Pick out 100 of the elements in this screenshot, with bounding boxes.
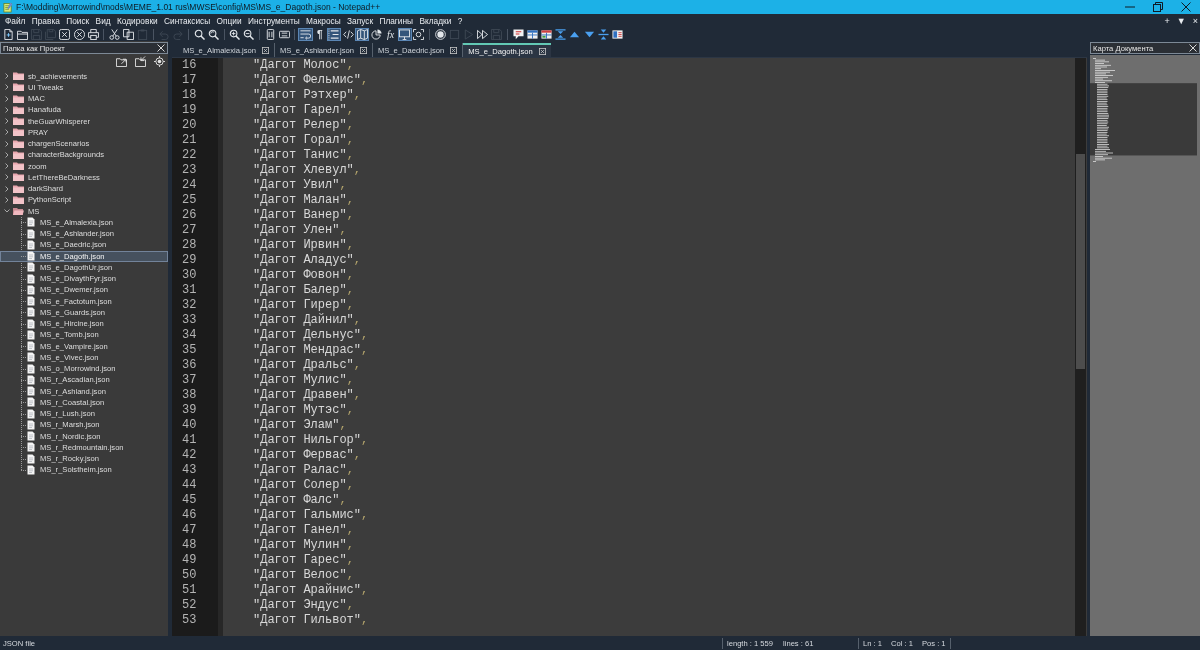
chevron-right-icon[interactable] — [4, 140, 10, 147]
chevron-right-icon[interactable] — [4, 129, 10, 136]
collapse-button[interactable] — [135, 56, 146, 67]
chevron-right-icon[interactable] — [4, 106, 10, 113]
locate-button[interactable] — [154, 56, 165, 67]
toolbar-button[interactable] — [241, 27, 256, 41]
chevron-right-icon[interactable] — [4, 174, 10, 181]
toolbar-button[interactable] — [121, 27, 136, 41]
menu-item[interactable]: Правка — [31, 15, 60, 26]
toolbar-button[interactable] — [57, 27, 72, 41]
menu-item[interactable]: Вид — [95, 15, 111, 26]
line-number: 51 — [182, 583, 197, 598]
line-number: 39 — [182, 403, 197, 418]
toolbar-button[interactable] — [1, 27, 16, 41]
code-line: "Дагот Дральс", — [253, 358, 362, 373]
toolbar-button[interactable] — [525, 27, 540, 41]
printer-icon — [87, 28, 99, 40]
code-line: "Дагот Фервас", — [253, 448, 362, 463]
chevron-right-icon[interactable] — [4, 163, 10, 170]
line-number: 47 — [182, 523, 197, 538]
line-number: 31 — [182, 283, 197, 298]
close-file-icon — [59, 28, 71, 40]
toolbar-button[interactable] — [411, 27, 427, 41]
toolbar-button[interactable] — [298, 27, 313, 41]
columns-icon — [611, 28, 623, 40]
code-line: "Дагот Солер", — [253, 478, 354, 493]
line-number: 28 — [182, 238, 197, 253]
toolbar-button[interactable] — [511, 27, 526, 41]
toolbar-button[interactable] — [227, 27, 242, 41]
folder-icon — [13, 195, 24, 204]
code-line: "Дагот Эндус", — [253, 598, 354, 613]
code-line: "Дагот Ирвин", — [253, 238, 354, 253]
line-number: 36 — [182, 358, 197, 373]
chevron-right-icon[interactable] — [4, 95, 10, 102]
line-number: 50 — [182, 568, 197, 583]
line-number: 24 — [182, 178, 197, 193]
wrap-lines-icon — [299, 28, 311, 40]
expand-button[interactable] — [116, 56, 127, 67]
chevron-down-icon[interactable] — [4, 208, 10, 215]
line-number: 32 — [182, 298, 197, 313]
close-icon[interactable] — [1189, 44, 1197, 52]
toolbar-button[interactable] — [71, 27, 87, 41]
toolbar-button[interactable] — [475, 27, 490, 41]
chevron-right-icon[interactable] — [4, 151, 10, 158]
menu-item[interactable]: Инструменты — [247, 15, 300, 26]
toolbar-button[interactable] — [206, 27, 221, 41]
close-icon[interactable] — [450, 46, 458, 54]
floppies-icon — [45, 28, 57, 40]
toolbar-button[interactable] — [86, 27, 101, 41]
toolbar-button[interactable] — [369, 27, 384, 41]
menu-item[interactable]: Поиск — [66, 15, 90, 26]
code-line: "Дагот Ванер", — [253, 208, 354, 223]
menu-item[interactable]: Файл — [5, 15, 26, 26]
floppy-icon — [30, 28, 42, 40]
chevron-right-icon[interactable] — [4, 185, 10, 192]
vertical-scrollbar[interactable] — [1075, 58, 1086, 636]
menu-item[interactable]: Опции — [216, 15, 242, 26]
menu-item[interactable]: Плагины — [379, 15, 414, 26]
menu-item[interactable]: ? — [457, 15, 463, 26]
line-number: 29 — [182, 253, 197, 268]
floppy-icon — [491, 28, 503, 40]
code-line: "Дагот Дравен", — [253, 388, 362, 403]
line-number: 38 — [182, 388, 197, 403]
toolbar-button[interactable] — [610, 27, 625, 41]
menu-item[interactable]: Запуск — [347, 15, 374, 26]
menu-item[interactable]: Синтаксисы — [164, 15, 211, 26]
folder-icon — [13, 117, 24, 126]
code-tag-icon — [342, 28, 354, 40]
toolbar-button[interactable] — [192, 27, 207, 41]
toolbar-button[interactable] — [539, 27, 554, 41]
pilcrow-button[interactable]: ¶ — [312, 27, 327, 41]
code-line: "Дагот Нильгор", — [253, 433, 369, 448]
toolbar-button[interactable] — [107, 27, 122, 41]
focus-frame-icon — [413, 28, 425, 40]
close-icon[interactable] — [538, 47, 546, 55]
code-line: "Дагот Фалс", — [253, 493, 347, 508]
fast-forward-icon — [477, 28, 489, 40]
function-button[interactable]: fx — [383, 27, 398, 41]
close-icon[interactable] — [157, 44, 165, 52]
toolbar-button[interactable] — [326, 27, 341, 41]
folder-icon — [13, 150, 24, 159]
toolbar-button[interactable] — [596, 27, 611, 41]
menu-control[interactable]: ▼ — [1176, 15, 1186, 26]
menu-control[interactable]: × — [1192, 15, 1198, 26]
toolbar-button[interactable] — [397, 27, 412, 41]
line-number: 16 — [182, 58, 197, 73]
close-icon[interactable] — [359, 46, 367, 54]
chevron-right-icon[interactable] — [4, 73, 10, 80]
chevron-right-icon[interactable] — [4, 196, 10, 203]
close-icon[interactable] — [262, 46, 270, 54]
menu-item[interactable]: Вкладки — [419, 15, 452, 26]
toolbar-button[interactable] — [355, 27, 370, 41]
line-number: 40 — [182, 418, 197, 433]
chevron-right-icon[interactable] — [4, 84, 10, 91]
toolbar-button[interactable] — [340, 27, 356, 41]
menu-item[interactable]: Макросы — [306, 15, 341, 26]
chevron-right-icon[interactable] — [4, 118, 10, 125]
toolbar-button[interactable] — [433, 27, 448, 41]
menu-control[interactable]: + — [1164, 15, 1170, 26]
menu-item[interactable]: Кодировки — [117, 15, 158, 26]
